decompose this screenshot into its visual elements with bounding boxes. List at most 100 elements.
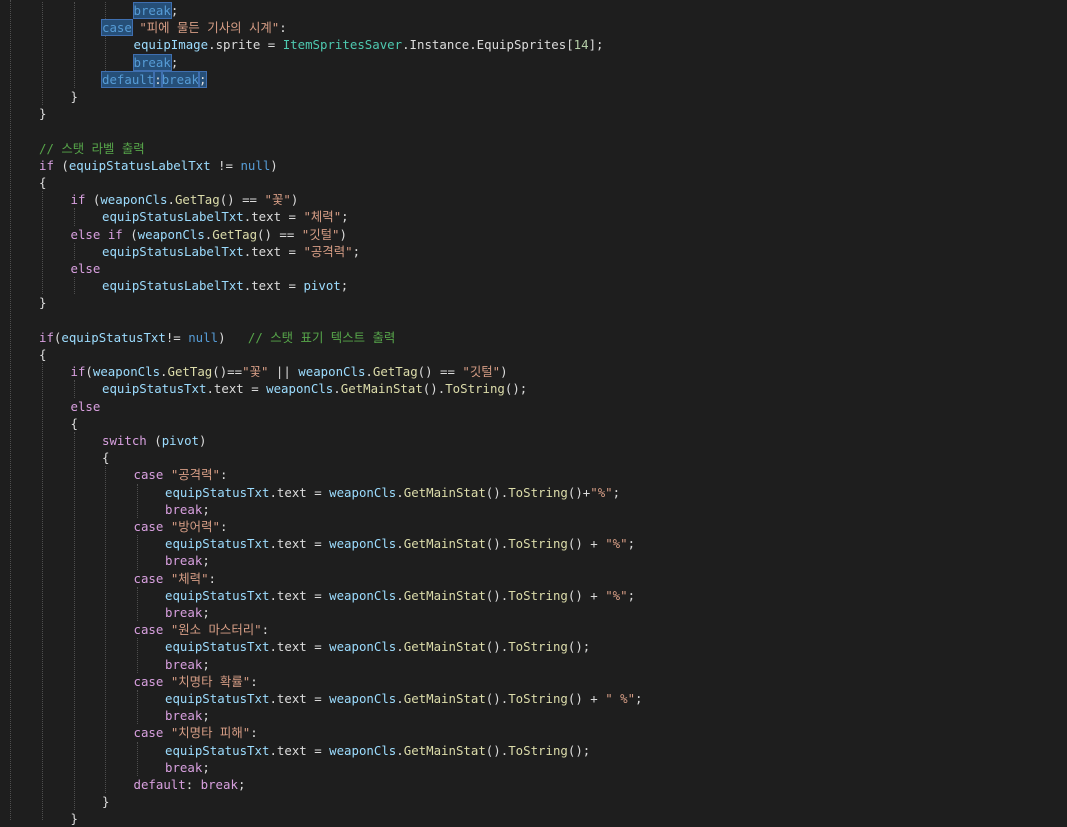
code-line[interactable]: case "치명타 피해":	[134, 724, 258, 741]
code-line[interactable]: case "치명타 확률":	[134, 673, 258, 690]
code-line[interactable]: case "공격력":	[134, 466, 228, 483]
code-token: }	[102, 794, 110, 810]
code-line[interactable]: break;	[165, 656, 210, 673]
code-token: )	[290, 192, 299, 208]
code-token: "꽃"	[242, 364, 269, 380]
code-line[interactable]: equipImage.sprite = ItemSpritesSaver.Ins…	[134, 36, 604, 53]
code-token: equipImage	[133, 37, 209, 53]
code-token: break	[165, 605, 203, 620]
code-line[interactable]: equipStatusLabelTxt.text = pivot;	[102, 277, 348, 294]
code-line[interactable]: else if (weaponCls.GetTag() == "깃털")	[71, 226, 347, 243]
code-line[interactable]: break;	[165, 707, 210, 724]
code-token: null	[188, 329, 219, 345]
code-token: weaponCls	[329, 639, 397, 655]
code-token: )	[339, 226, 347, 242]
indent-guide	[136, 483, 138, 518]
code-line[interactable]: case "체력":	[134, 570, 217, 587]
code-line[interactable]: equipStatusTxt.text = weaponCls.GetMainS…	[165, 638, 590, 655]
code-token: case	[133, 622, 164, 638]
code-line[interactable]: {	[71, 415, 78, 432]
code-line[interactable]: {	[39, 346, 46, 363]
code-line[interactable]: break;	[132, 2, 178, 19]
code-token: .	[365, 364, 373, 380]
code-token: ToString	[508, 742, 568, 758]
code-token: .text =	[269, 484, 330, 500]
code-line[interactable]: }	[39, 294, 46, 311]
code-line[interactable]: equipStatusLabelTxt.text = "공격력";	[102, 243, 360, 260]
code-token: :	[208, 570, 216, 586]
code-token: pivot	[161, 433, 199, 448]
code-line[interactable]: equipStatusTxt.text = weaponCls.GetMainS…	[102, 380, 527, 397]
code-token: ;	[202, 759, 210, 775]
code-token: ;	[197, 70, 208, 88]
code-line[interactable]: case "원소 마스터리":	[134, 621, 270, 638]
code-token: weaponCls	[298, 364, 366, 380]
code-line[interactable]: {	[102, 449, 109, 466]
code-line[interactable]: equipStatusLabelTxt.text = "체력";	[102, 208, 349, 225]
code-token: equipStatusTxt	[61, 329, 166, 345]
code-line[interactable]: else	[71, 260, 101, 277]
code-line[interactable]: if (equipStatusLabelTxt != null)	[39, 157, 278, 174]
code-token: ToString	[508, 691, 568, 706]
code-line[interactable]: else	[71, 398, 101, 415]
code-token: .	[333, 381, 341, 397]
indent-guide	[73, 2, 75, 88]
code-token: :	[219, 467, 228, 483]
code-line[interactable]: equipStatusTxt.text = weaponCls.GetMainS…	[165, 742, 590, 759]
code-token: GetMainStat	[403, 536, 486, 552]
code-token: )	[199, 433, 207, 448]
code-line[interactable]: break;	[165, 552, 210, 569]
code-token: .	[396, 536, 404, 552]
code-line[interactable]: break;	[165, 501, 210, 518]
code-token: "치명타 피해"	[170, 725, 251, 741]
code-token: .	[396, 742, 404, 758]
code-line[interactable]: }	[71, 88, 78, 105]
code-token: "%"	[605, 587, 628, 603]
code-token: "공격력"	[170, 467, 220, 483]
code-token: ()==	[212, 364, 243, 380]
code-line[interactable]: case "피에 물든 기사의 시계":	[101, 19, 287, 37]
code-line[interactable]: switch (pivot)	[102, 432, 206, 449]
code-line[interactable]: }	[102, 793, 109, 810]
code-token: ;	[341, 209, 349, 225]
code-line[interactable]: equipStatusTxt.text = weaponCls.GetMainS…	[165, 484, 620, 501]
code-line[interactable]: if(weaponCls.GetTag()=="꽃" || weaponCls.…	[71, 363, 508, 380]
code-line[interactable]: equipStatusTxt.text = weaponCls.GetMainS…	[165, 535, 635, 552]
code-line[interactable]: break;	[165, 604, 210, 621]
code-line[interactable]: equipStatusTxt.text = weaponCls.GetMainS…	[165, 690, 643, 707]
indent-guide	[136, 741, 138, 776]
code-line[interactable]: break;	[132, 53, 178, 71]
code-line[interactable]: }	[39, 105, 46, 122]
code-line[interactable]: {	[39, 174, 46, 191]
indent-guide	[42, 2, 43, 106]
code-line[interactable]: if(equipStatusTxt!= null) // 스탯 표기 텍스트 출…	[39, 329, 395, 346]
code-token: () ==	[417, 364, 463, 380]
code-token: {	[70, 415, 78, 431]
code-token: :	[250, 673, 258, 689]
code-line[interactable]: default:break;	[100, 70, 208, 88]
code-token: "깃털"	[462, 364, 501, 380]
code-token: equipStatusTxt	[165, 587, 270, 603]
code-line[interactable]: // 스탯 라벨 출력	[39, 140, 145, 157]
code-line[interactable]: }	[71, 810, 78, 827]
code-token: if	[39, 157, 54, 173]
code-token: "꽃"	[264, 192, 291, 208]
code-token: // 스탯 라벨 출력	[39, 140, 145, 156]
code-token: break	[165, 656, 203, 672]
code-line[interactable]: default: break;	[134, 776, 246, 793]
code-token: }	[70, 89, 78, 104]
code-editor[interactable]: break; case "피에 물든 기사의 시계": equipImage.spr…	[0, 0, 1067, 826]
code-token: !=	[210, 157, 241, 173]
code-line[interactable]: equipStatusTxt.text = weaponCls.GetMainS…	[165, 587, 635, 604]
code-token: "피에 물든 기사의 시계"	[139, 20, 280, 36]
indent-guide	[105, 2, 106, 20]
code-line[interactable]: case "방어력":	[134, 518, 228, 535]
code-token: default	[133, 777, 186, 792]
code-token: ;	[635, 691, 643, 706]
indent-guide	[136, 535, 138, 570]
code-token: equipStatusLabelTxt	[102, 243, 244, 259]
code-line[interactable]: break;	[165, 759, 210, 776]
code-line[interactable]: if (weaponCls.GetTag() == "꽃")	[71, 191, 299, 208]
